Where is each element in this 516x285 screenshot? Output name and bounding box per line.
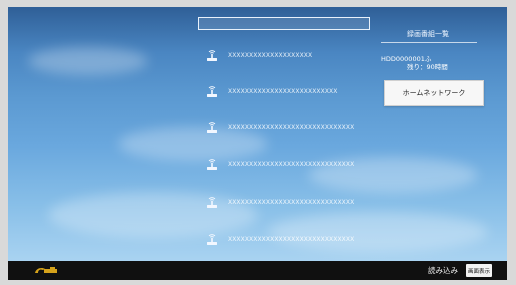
panel-divider <box>381 42 477 43</box>
network-device-icon <box>207 234 217 245</box>
device-label: XXXXXXXXXXXXXXXXXXXX <box>228 51 313 59</box>
device-label: XXXXXXXXXXXXXXXXXXXXXXXXXXXXXX <box>228 123 355 131</box>
device-list-item[interactable]: XXXXXXXXXXXXXXXXXXXXXXXXXXXXXX <box>204 194 364 210</box>
device-label: XXXXXXXXXXXXXXXXXXXXXXXXXXXXXX <box>228 198 355 206</box>
device-label: XXXXXXXXXXXXXXXXXXXXXXXXXXXXXX <box>228 160 355 168</box>
remaining-time: 残り：90時間 <box>407 63 448 71</box>
network-device-icon <box>207 86 217 97</box>
panel-title: 録画番組一覧 <box>407 30 449 38</box>
screen-display-button[interactable]: 画面表示 <box>466 264 492 277</box>
tv-screen: XXXXXXXXXXXXXXXXXXXX XXXXXXXXXXXXXXXXXXX… <box>8 7 507 261</box>
device-list-item[interactable]: XXXXXXXXXXXXXXXXXXXXXXXXXXXXXX <box>204 119 364 135</box>
device-label: XXXXXXXXXXXXXXXXXXXXXXXXXX <box>228 87 338 95</box>
load-label: 読み込み <box>428 266 458 275</box>
network-device-icon <box>207 122 217 133</box>
device-list-item[interactable]: XXXXXXXXXXXXXXXXXXXXXXXXXXXXXX <box>204 156 364 172</box>
device-label: XXXXXXXXXXXXXXXXXXXXXXXXXXXXXX <box>228 235 355 243</box>
device-list-item[interactable]: XXXXXXXXXXXXXXXXXXXXXXXXXXXXXX <box>204 231 364 247</box>
cloud-decoration <box>28 47 148 75</box>
device-list-item[interactable]: XXXXXXXXXXXXXXXXXXXXXXXXXX <box>204 83 364 99</box>
network-device-icon <box>207 159 217 170</box>
home-network-button[interactable]: ホームネットワーク <box>384 80 484 106</box>
device-list-item[interactable]: XXXXXXXXXXXXXXXXXXXX <box>204 47 364 63</box>
network-device-icon <box>207 50 217 61</box>
app-frame: XXXXXXXXXXXXXXXXXXXX XXXXXXXXXXXXXXXXXXX… <box>0 0 516 285</box>
bottom-bar: 読み込み 画面表示 <box>8 261 507 280</box>
brand-logo-icon <box>35 267 57 273</box>
network-device-icon <box>207 197 217 208</box>
search-input[interactable] <box>198 17 370 30</box>
